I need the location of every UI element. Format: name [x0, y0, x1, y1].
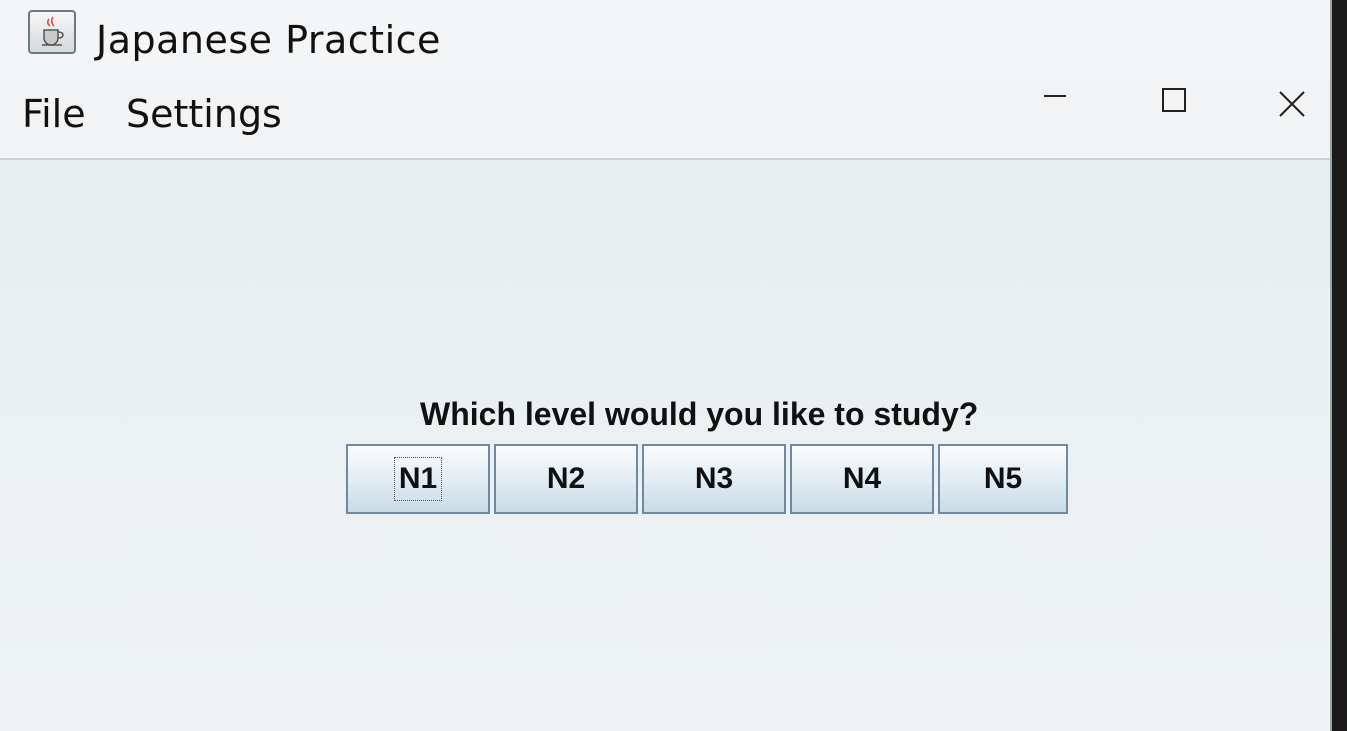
level-prompt: Which level would you like to study? [420, 396, 979, 432]
level-button-n1[interactable]: N1 [346, 444, 490, 514]
level-button-n5[interactable]: N5 [938, 444, 1068, 514]
level-button-label: N1 [393, 457, 443, 501]
window-title: Japanese Practice [96, 18, 441, 62]
level-button-n2[interactable]: N2 [494, 444, 638, 514]
java-cup-icon[interactable] [28, 10, 76, 54]
level-button-group: N1 N2 N3 N4 N5 [346, 444, 1068, 514]
level-button-label: N2 [546, 462, 586, 495]
level-button-n4[interactable]: N4 [790, 444, 934, 514]
content-panel: Which level would you like to study? N1 … [0, 160, 1330, 731]
app-window: Japanese Practice File Settings Which le… [0, 0, 1332, 731]
menu-file[interactable]: File [22, 92, 86, 136]
level-button-label: N4 [842, 462, 882, 495]
menu-bar: File Settings [0, 80, 1330, 160]
maximize-button[interactable] [1144, 80, 1204, 130]
close-button[interactable] [1262, 80, 1322, 130]
level-button-label: N3 [694, 462, 734, 495]
minimize-icon [1044, 95, 1066, 97]
maximize-icon [1162, 88, 1186, 112]
minimize-button[interactable] [1026, 80, 1086, 130]
level-button-label: N5 [983, 462, 1023, 495]
menu-settings[interactable]: Settings [126, 92, 282, 136]
close-icon [1279, 91, 1305, 117]
level-button-n3[interactable]: N3 [642, 444, 786, 514]
title-bar: Japanese Practice [0, 0, 1330, 80]
